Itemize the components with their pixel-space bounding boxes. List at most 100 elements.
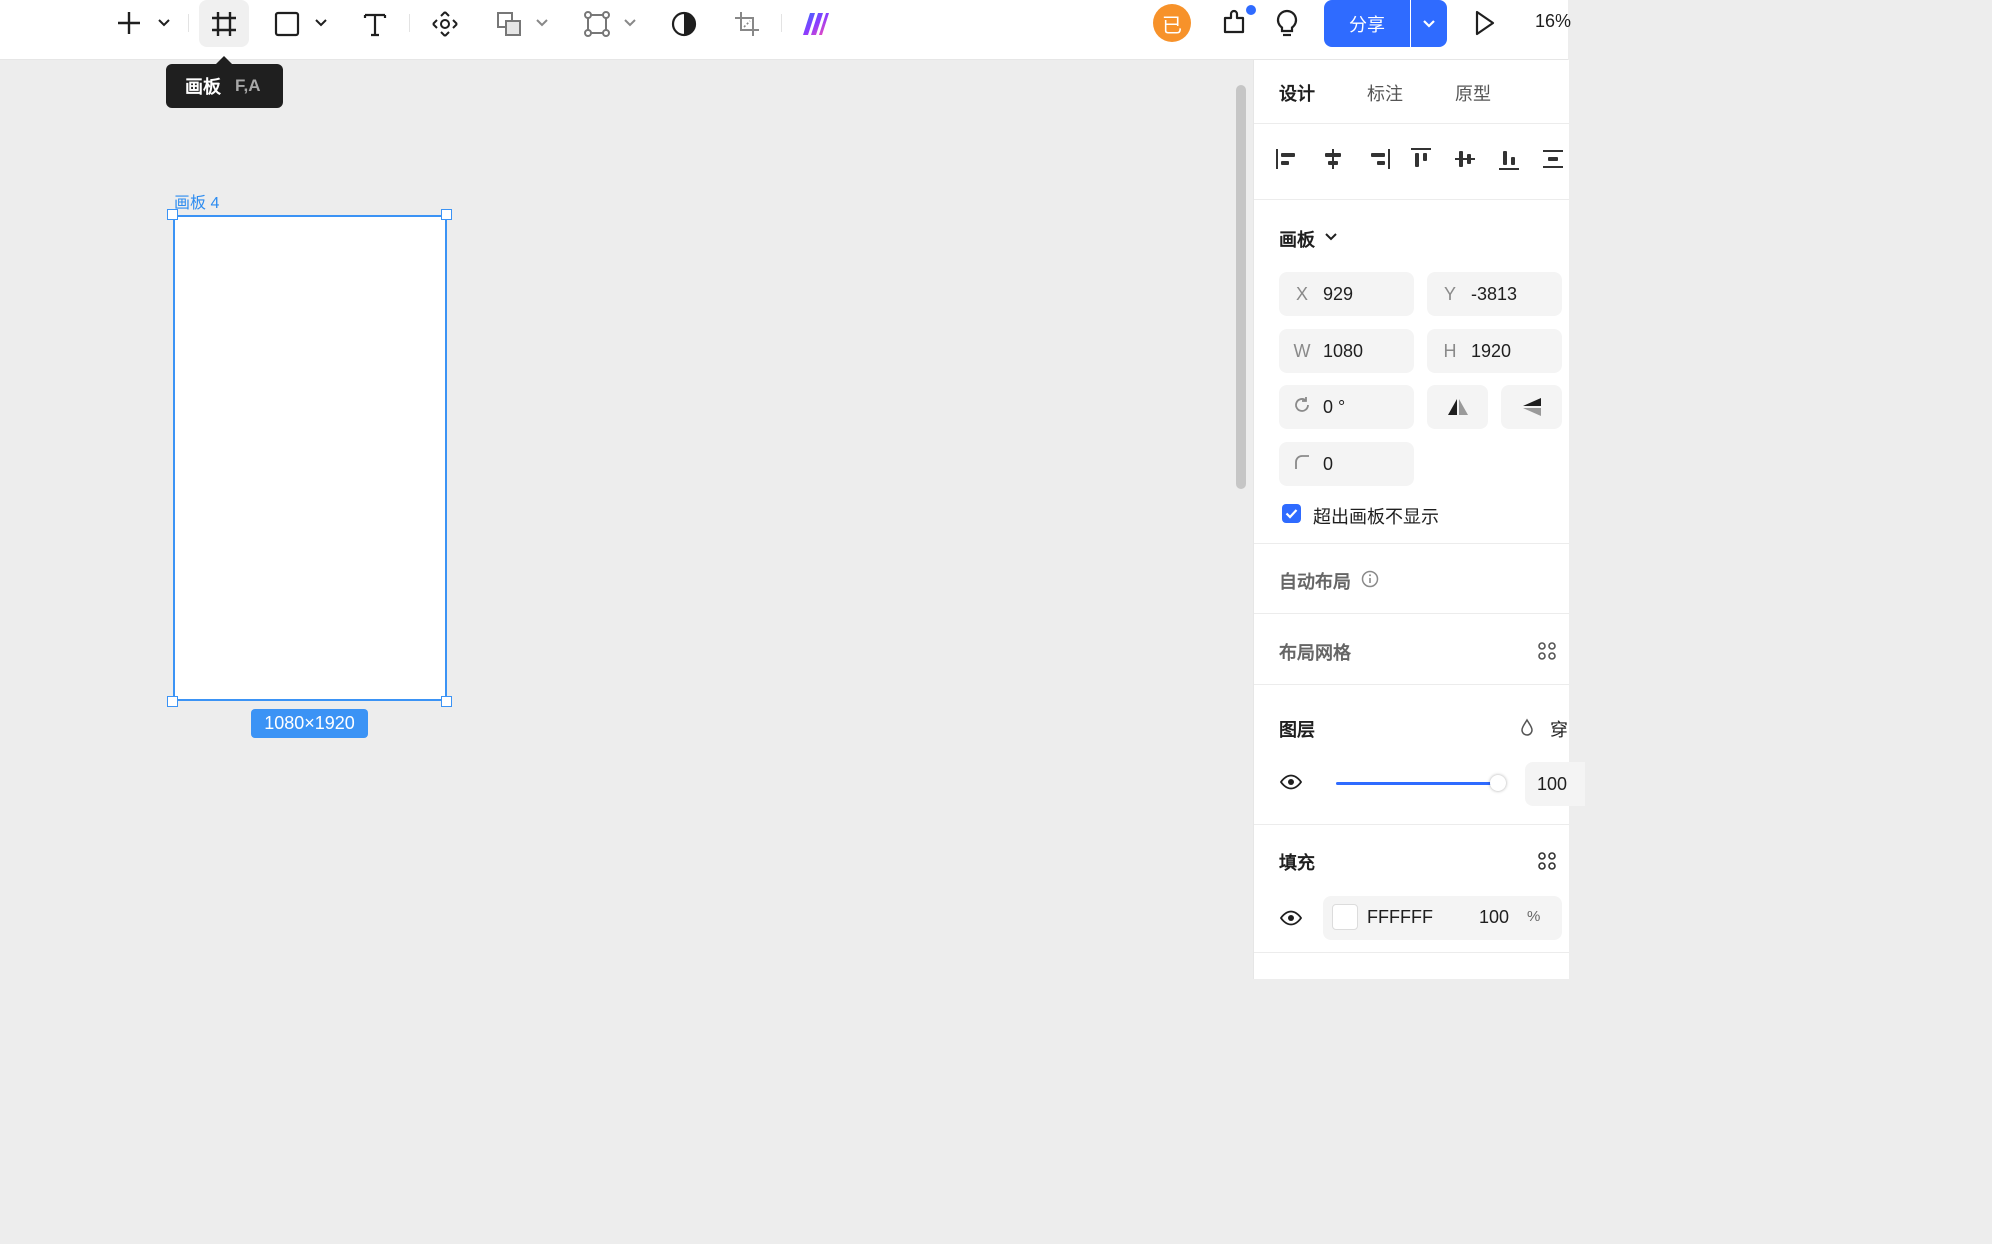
move-icon[interactable] [427, 7, 463, 41]
rotation-field[interactable]: 0 ° [1279, 385, 1414, 429]
eye-icon[interactable] [1280, 774, 1302, 790]
height-field[interactable]: H 1920 [1427, 329, 1562, 373]
y-label: Y [1443, 283, 1456, 304]
align-bottom-icon[interactable] [1496, 146, 1522, 172]
section-divider [1254, 543, 1569, 544]
fill-row[interactable]: FFFFFF 100 % [1323, 896, 1562, 940]
avatar-initial: 已 [1162, 14, 1182, 37]
align-right-icon[interactable] [1366, 146, 1392, 172]
panel-tabs: 设计 标注 原型 [1254, 60, 1569, 124]
rotate-icon [1287, 396, 1317, 419]
resize-handle-bottom-right[interactable] [441, 696, 452, 707]
size-badge: 1080×1920 [251, 709, 368, 738]
crop-icon[interactable] [730, 7, 764, 41]
h-label: H [1443, 340, 1457, 361]
tab-design[interactable]: 设计 [1279, 80, 1315, 106]
section-divider [1254, 684, 1569, 685]
opacity-slider-track[interactable] [1336, 782, 1500, 785]
opacity-slider-handle[interactable] [1490, 775, 1506, 791]
artboard-frame[interactable] [173, 215, 447, 701]
section-divider [1254, 824, 1569, 825]
h-value: 1920 [1471, 340, 1512, 361]
distribute-icon[interactable] [1540, 146, 1566, 172]
clip-content-checkbox[interactable] [1282, 504, 1301, 523]
w-value: 1080 [1323, 340, 1364, 361]
fill-opacity-value[interactable]: 100 [1479, 907, 1509, 928]
flip-vertical-button[interactable] [1501, 385, 1562, 429]
share-button[interactable]: 分享 [1324, 0, 1410, 47]
fill-style-icon[interactable] [1537, 851, 1557, 871]
frame-tool-icon[interactable] [199, 0, 249, 47]
boolean-dropdown-chevron-icon[interactable] [532, 12, 552, 34]
align-top-icon[interactable] [1408, 146, 1434, 172]
toolbar-divider [409, 14, 410, 32]
ai-logo-icon[interactable] [799, 7, 833, 41]
width-field[interactable]: W 1080 [1279, 329, 1414, 373]
add-icon[interactable] [112, 5, 146, 41]
corner-radius-icon [1287, 454, 1317, 475]
flip-horizontal-icon [1447, 399, 1468, 415]
layer-section-title: 图层 [1279, 720, 1315, 740]
frame-section-title[interactable]: 画板 [1279, 226, 1315, 252]
mask-icon[interactable] [667, 7, 701, 41]
zoom-level[interactable]: 16% [1535, 11, 1571, 32]
text-icon[interactable] [358, 7, 392, 41]
vector-dropdown-chevron-icon[interactable] [620, 12, 640, 34]
blend-mode-icon[interactable] [1520, 718, 1534, 736]
properties-panel: 设计 标注 原型 画板 X 929 Y -3813 W 1080 H 1920 … [1253, 60, 1585, 979]
fill-hex-value[interactable]: FFFFFF [1367, 907, 1433, 928]
tab-annotate[interactable]: 标注 [1367, 80, 1403, 106]
checkmark-icon [1285, 509, 1298, 519]
resize-handle-bottom-left[interactable] [167, 696, 178, 707]
notification-dot [1244, 3, 1258, 17]
frame-name-label[interactable]: 画板 4 [174, 189, 219, 213]
auto-layout-title[interactable]: 自动布局 [1279, 568, 1351, 594]
play-icon[interactable] [1467, 6, 1501, 40]
toolbar-divider [188, 14, 189, 32]
boolean-icon[interactable] [492, 7, 526, 41]
corner-radius-field[interactable]: 0 [1279, 442, 1414, 486]
chevron-down-icon[interactable] [1324, 232, 1338, 242]
x-label: X [1295, 283, 1308, 304]
flip-vertical-icon [1522, 398, 1541, 416]
x-field[interactable]: X 929 [1279, 272, 1414, 316]
share-label: 分享 [1349, 14, 1385, 35]
rotation-value: 0 ° [1323, 396, 1346, 417]
corner-radius-value: 0 [1323, 453, 1334, 474]
resize-handle-top-right[interactable] [441, 209, 452, 220]
fill-color-swatch[interactable] [1332, 904, 1358, 930]
grid-style-icon[interactable] [1537, 641, 1557, 661]
fill-section-title: 填充 [1279, 853, 1315, 873]
layout-grid-title[interactable]: 布局网格 [1279, 639, 1351, 665]
lightbulb-icon[interactable] [1270, 5, 1304, 41]
shape-dropdown-chevron-icon[interactable] [311, 12, 331, 34]
y-value: -3813 [1471, 283, 1518, 304]
rectangle-icon[interactable] [270, 7, 304, 41]
resize-handle-top-left[interactable] [167, 209, 178, 220]
vector-path-icon[interactable] [580, 7, 614, 41]
section-divider [1254, 952, 1569, 953]
x-value: 929 [1323, 283, 1354, 304]
flip-horizontal-button[interactable] [1427, 385, 1488, 429]
info-icon[interactable] [1361, 570, 1379, 588]
tab-prototype[interactable]: 原型 [1455, 80, 1491, 106]
align-vertical-center-icon[interactable] [1452, 146, 1478, 172]
align-horizontal-center-icon[interactable] [1320, 146, 1346, 172]
chevron-down-icon [1423, 19, 1435, 28]
add-dropdown-chevron-icon[interactable] [154, 12, 174, 34]
layer-opacity-input[interactable]: 100 [1525, 762, 1585, 806]
top-toolbar: 已 分享 16% [0, 0, 1571, 60]
user-avatar[interactable]: 已 [1153, 4, 1191, 42]
share-dropdown-button[interactable] [1411, 0, 1447, 47]
clip-content-label[interactable]: 超出画板不显示 [1313, 503, 1439, 529]
blend-mode-label[interactable]: 穿 [1550, 716, 1568, 742]
toolbar-divider [781, 14, 782, 32]
fill-opacity-unit: % [1527, 908, 1541, 925]
section-divider [1254, 613, 1569, 614]
w-label: W [1293, 340, 1311, 361]
canvas-scrollbar[interactable] [1236, 85, 1246, 489]
alignment-toolbar [1254, 124, 1569, 200]
eye-icon[interactable] [1280, 910, 1302, 926]
align-left-icon[interactable] [1274, 146, 1300, 172]
y-field[interactable]: Y -3813 [1427, 272, 1562, 316]
